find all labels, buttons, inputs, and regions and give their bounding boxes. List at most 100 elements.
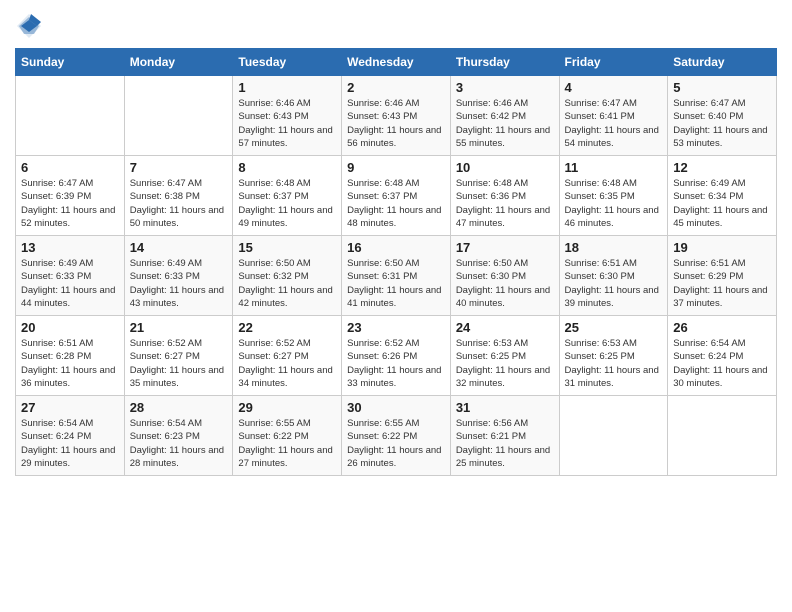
day-cell: 24 Sunrise: 6:53 AMSunset: 6:25 PMDayligh… [450,316,559,396]
day-number: 28 [130,400,228,415]
col-thursday: Thursday [450,49,559,76]
day-cell: 30Sunrise: 6:55 AMSunset: 6:22 PMDayligh… [342,396,451,476]
day-info: Sunrise: 6:46 AMSunset: 6:43 PMDaylight:… [347,97,445,150]
day-cell: 21 Sunrise: 6:52 AMSunset: 6:27 PMDayligh… [124,316,233,396]
day-number: 26 [673,320,771,335]
day-info: Sunrise: 6:47 AMSunset: 6:40 PMDaylight:… [673,97,771,150]
col-sunday: Sunday [16,49,125,76]
day-cell [668,396,777,476]
day-info: Sunrise: 6:55 AMSunset: 6:22 PMDaylight:… [238,417,336,470]
day-number: 23 [347,320,445,335]
day-info: Sunrise: 6:54 AMSunset: 6:23 PMDaylight:… [130,417,228,470]
day-info: Sunrise: 6:47 AMSunset: 6:39 PMDaylight:… [21,177,119,230]
day-cell: 29 Sunrise: 6:55 AMSunset: 6:22 PMDayligh… [233,396,342,476]
day-cell: 11Sunrise: 6:48 AMSunset: 6:35 PMDayligh… [559,156,668,236]
header [15,10,777,40]
day-number: 13 [21,240,119,255]
day-cell [559,396,668,476]
week-row-1: 1 Sunrise: 6:46 AMSunset: 6:43 PMDaylight… [16,76,777,156]
day-cell: 2 Sunrise: 6:46 AMSunset: 6:43 PMDaylight… [342,76,451,156]
day-info: Sunrise: 6:51 AMSunset: 6:28 PMDaylight:… [21,337,119,390]
week-row-2: 6 Sunrise: 6:47 AMSunset: 6:39 PMDaylight… [16,156,777,236]
day-cell: 27 Sunrise: 6:54 AMSunset: 6:24 PMDayligh… [16,396,125,476]
day-info: Sunrise: 6:53 AMSunset: 6:25 PMDaylight:… [565,337,663,390]
day-cell: 26 Sunrise: 6:54 AMSunset: 6:24 PMDayligh… [668,316,777,396]
day-info: Sunrise: 6:50 AMSunset: 6:31 PMDaylight:… [347,257,445,310]
day-info: Sunrise: 6:46 AMSunset: 6:42 PMDaylight:… [456,97,554,150]
day-number: 21 [130,320,228,335]
day-number: 14 [130,240,228,255]
day-cell: 20 Sunrise: 6:51 AMSunset: 6:28 PMDayligh… [16,316,125,396]
day-number: 2 [347,80,445,95]
day-number: 3 [456,80,554,95]
day-number: 29 [238,400,336,415]
day-number: 19 [673,240,771,255]
day-number: 27 [21,400,119,415]
day-info: Sunrise: 6:47 AMSunset: 6:41 PMDaylight:… [565,97,663,150]
day-info: Sunrise: 6:49 AMSunset: 6:33 PMDaylight:… [21,257,119,310]
day-number: 22 [238,320,336,335]
day-cell: 1 Sunrise: 6:46 AMSunset: 6:43 PMDaylight… [233,76,342,156]
day-cell: 17 Sunrise: 6:50 AMSunset: 6:30 PMDayligh… [450,236,559,316]
col-tuesday: Tuesday [233,49,342,76]
day-info: Sunrise: 6:50 AMSunset: 6:30 PMDaylight:… [456,257,554,310]
day-cell: 15 Sunrise: 6:50 AMSunset: 6:32 PMDayligh… [233,236,342,316]
logo [15,10,47,40]
day-cell: 10Sunrise: 6:48 AMSunset: 6:36 PMDayligh… [450,156,559,236]
day-cell: 8Sunrise: 6:48 AMSunset: 6:37 PMDaylight… [233,156,342,236]
col-saturday: Saturday [668,49,777,76]
day-info: Sunrise: 6:54 AMSunset: 6:24 PMDaylight:… [673,337,771,390]
day-cell: 4 Sunrise: 6:47 AMSunset: 6:41 PMDaylight… [559,76,668,156]
day-info: Sunrise: 6:54 AMSunset: 6:24 PMDaylight:… [21,417,119,470]
day-info: Sunrise: 6:52 AMSunset: 6:27 PMDaylight:… [130,337,228,390]
day-cell: 7 Sunrise: 6:47 AMSunset: 6:38 PMDaylight… [124,156,233,236]
day-info: Sunrise: 6:55 AMSunset: 6:22 PMDaylight:… [347,417,445,470]
day-info: Sunrise: 6:51 AMSunset: 6:29 PMDaylight:… [673,257,771,310]
col-wednesday: Wednesday [342,49,451,76]
day-cell: 18Sunrise: 6:51 AMSunset: 6:30 PMDayligh… [559,236,668,316]
day-cell: 9 Sunrise: 6:48 AMSunset: 6:37 PMDaylight… [342,156,451,236]
day-info: Sunrise: 6:50 AMSunset: 6:32 PMDaylight:… [238,257,336,310]
day-cell: 22 Sunrise: 6:52 AMSunset: 6:27 PMDayligh… [233,316,342,396]
day-info: Sunrise: 6:49 AMSunset: 6:33 PMDaylight:… [130,257,228,310]
day-number: 20 [21,320,119,335]
day-cell: 25 Sunrise: 6:53 AMSunset: 6:25 PMDayligh… [559,316,668,396]
day-number: 9 [347,160,445,175]
day-number: 31 [456,400,554,415]
day-cell: 19 Sunrise: 6:51 AMSunset: 6:29 PMDayligh… [668,236,777,316]
day-number: 7 [130,160,228,175]
day-number: 5 [673,80,771,95]
day-number: 17 [456,240,554,255]
day-number: 10 [456,160,554,175]
day-cell: 6 Sunrise: 6:47 AMSunset: 6:39 PMDaylight… [16,156,125,236]
day-number: 25 [565,320,663,335]
week-row-4: 20 Sunrise: 6:51 AMSunset: 6:28 PMDayligh… [16,316,777,396]
col-friday: Friday [559,49,668,76]
day-number: 15 [238,240,336,255]
day-info: Sunrise: 6:46 AMSunset: 6:43 PMDaylight:… [238,97,336,150]
day-number: 12 [673,160,771,175]
week-row-5: 27 Sunrise: 6:54 AMSunset: 6:24 PMDayligh… [16,396,777,476]
day-number: 4 [565,80,663,95]
day-info: Sunrise: 6:53 AMSunset: 6:25 PMDaylight:… [456,337,554,390]
day-cell: 23 Sunrise: 6:52 AMSunset: 6:26 PMDayligh… [342,316,451,396]
day-number: 6 [21,160,119,175]
day-number: 24 [456,320,554,335]
day-info: Sunrise: 6:48 AMSunset: 6:37 PMDaylight:… [238,177,336,230]
calendar-table: Sunday Monday Tuesday Wednesday Thursday… [15,48,777,476]
day-cell: 13 Sunrise: 6:49 AMSunset: 6:33 PMDayligh… [16,236,125,316]
day-info: Sunrise: 6:48 AMSunset: 6:37 PMDaylight:… [347,177,445,230]
day-info: Sunrise: 6:49 AMSunset: 6:34 PMDaylight:… [673,177,771,230]
day-number: 16 [347,240,445,255]
day-cell: 5 Sunrise: 6:47 AMSunset: 6:40 PMDaylight… [668,76,777,156]
day-info: Sunrise: 6:47 AMSunset: 6:38 PMDaylight:… [130,177,228,230]
day-info: Sunrise: 6:52 AMSunset: 6:26 PMDaylight:… [347,337,445,390]
day-info: Sunrise: 6:52 AMSunset: 6:27 PMDaylight:… [238,337,336,390]
day-cell: 28 Sunrise: 6:54 AMSunset: 6:23 PMDayligh… [124,396,233,476]
calendar-page: Sunday Monday Tuesday Wednesday Thursday… [0,0,792,612]
day-cell: 14 Sunrise: 6:49 AMSunset: 6:33 PMDayligh… [124,236,233,316]
day-info: Sunrise: 6:56 AMSunset: 6:21 PMDaylight:… [456,417,554,470]
week-row-3: 13 Sunrise: 6:49 AMSunset: 6:33 PMDayligh… [16,236,777,316]
col-monday: Monday [124,49,233,76]
day-number: 1 [238,80,336,95]
